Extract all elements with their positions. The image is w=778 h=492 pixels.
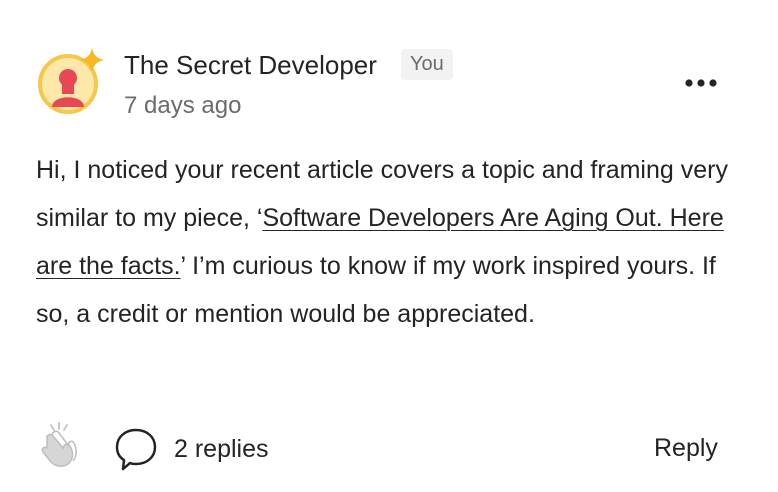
author-avatar[interactable] xyxy=(36,47,105,116)
comment-body: Hi, I noticed your recent article covers… xyxy=(36,146,742,338)
clap-icon[interactable] xyxy=(37,421,81,469)
reply-button[interactable]: Reply xyxy=(654,432,718,464)
comment-timestamp[interactable]: 7 days ago xyxy=(124,91,241,121)
comment-bubble-icon[interactable] xyxy=(114,426,158,472)
author-badge: You xyxy=(401,49,453,80)
author-name[interactable]: The Secret Developer xyxy=(124,50,377,80)
more-options-icon[interactable] xyxy=(684,73,718,93)
replies-count[interactable]: 2 replies xyxy=(174,434,269,464)
sparkle-icon xyxy=(79,47,105,73)
